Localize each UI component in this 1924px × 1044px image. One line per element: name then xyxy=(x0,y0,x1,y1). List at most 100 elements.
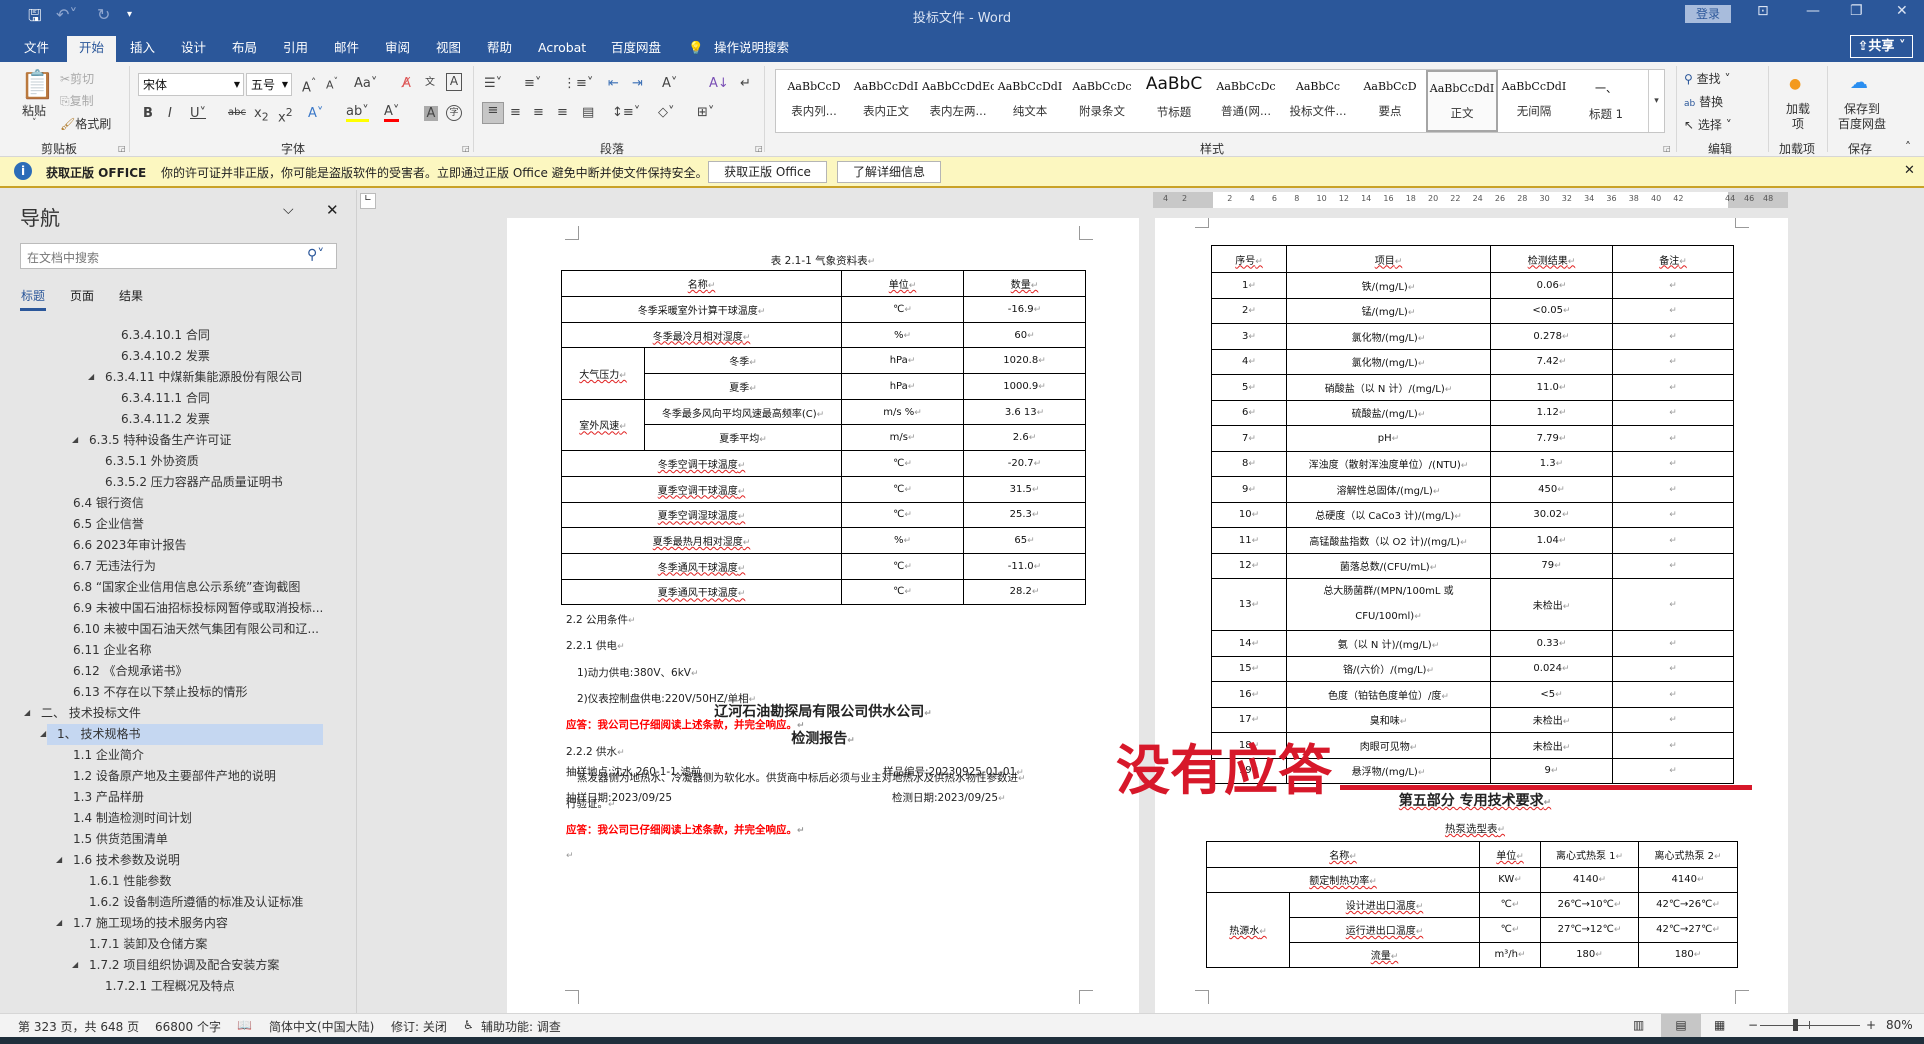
font-name-select[interactable]: 宋体 ▼ xyxy=(138,73,244,96)
tab-references[interactable]: 引用 xyxy=(283,36,308,62)
line-spacing-icon[interactable]: ↕≡˅ xyxy=(612,105,640,120)
select-button[interactable]: ↖ 选择 ˅ xyxy=(1684,116,1732,133)
find-button[interactable]: ⚲ 查找 ˅ xyxy=(1684,70,1730,87)
tab-insert[interactable]: 插入 xyxy=(130,36,155,62)
tab-mailings[interactable]: 邮件 xyxy=(334,36,359,62)
nav-item[interactable]: 1.6.2 设备制造所遵循的标准及认证标准 xyxy=(89,892,303,913)
nav-search-input[interactable]: 在文档中搜索 ⚲˅ xyxy=(20,243,337,269)
close-info-bar-icon[interactable]: ✕ xyxy=(1904,163,1915,178)
nav-tab-headings[interactable]: 标题 xyxy=(21,287,45,304)
nav-item[interactable]: 6.12 《合规承诺书》 xyxy=(73,661,188,682)
nav-item[interactable]: 1、 技术规格书 xyxy=(57,724,140,745)
save-to-baidu-button[interactable]: 保存到 百度网盘 xyxy=(1838,102,1886,132)
increase-indent-icon[interactable]: ⇥ xyxy=(632,76,643,91)
style-item[interactable]: AaBbCcDdI 纯文本 xyxy=(994,70,1066,132)
style-item[interactable]: AaBbCcDdI 表内正文 xyxy=(850,70,922,132)
style-item[interactable]: AaBbCcD 要点 xyxy=(1354,70,1426,132)
style-item[interactable]: AaBbCcDdI 正文 xyxy=(1426,70,1498,132)
align-left-icon[interactable]: ≡ xyxy=(482,102,504,124)
get-genuine-office-button[interactable]: 获取正版 Office xyxy=(708,161,827,183)
nav-item[interactable]: 6.3.4.11.1 合同 xyxy=(121,388,210,409)
nav-item[interactable]: 6.11 企业名称 xyxy=(73,640,152,661)
page-count[interactable]: 第 323 页，共 648 页 xyxy=(18,1018,139,1035)
bold-icon[interactable]: B xyxy=(143,106,153,121)
style-item[interactable]: AaBbCcD 表内列... xyxy=(778,70,850,132)
tab-file[interactable]: 文件 xyxy=(24,36,49,62)
print-layout-icon[interactable]: ▤ xyxy=(1661,1014,1701,1037)
zoom-out-icon[interactable]: − xyxy=(1748,1018,1758,1032)
character-border-icon[interactable]: A xyxy=(446,73,462,91)
font-launcher-icon[interactable]: ◲ xyxy=(462,144,470,153)
nav-item[interactable]: 1.2 设备原产地及主要部件产地的说明 xyxy=(73,766,276,787)
word-count[interactable]: 66800 个字 xyxy=(155,1018,221,1035)
collapse-ribbon-icon[interactable]: ˄ xyxy=(1905,140,1911,154)
nav-item[interactable]: 6.3.5 特种设备生产许可证 xyxy=(89,430,231,451)
cut-button[interactable]: ✂剪切 xyxy=(60,70,94,87)
proofing-icon[interactable]: 📖 xyxy=(237,1018,252,1032)
collapse-triangle-icon[interactable]: ◢ xyxy=(72,435,78,444)
style-item[interactable]: AaBbCcDc 附录条文 xyxy=(1066,70,1138,132)
phonetic-guide-icon[interactable]: 文 xyxy=(425,73,435,88)
clear-formatting-icon[interactable]: A̸ xyxy=(402,76,411,91)
format-painter-button[interactable]: 🖌格式刷 xyxy=(60,115,111,132)
style-item[interactable]: AaBbCc 投标文件... xyxy=(1282,70,1354,132)
track-changes[interactable]: 修订: 关闭 xyxy=(391,1018,447,1035)
close-icon[interactable]: ✕ xyxy=(1896,3,1908,19)
font-color-icon[interactable]: A˅ xyxy=(384,104,400,122)
nav-item[interactable]: 6.13 不存在以下禁止投标的情形 xyxy=(73,682,248,703)
ribbon-display-icon[interactable]: ⊡ xyxy=(1757,3,1769,19)
paste-button[interactable]: 粘贴 xyxy=(22,102,46,119)
tab-view[interactable]: 视图 xyxy=(436,36,461,62)
underline-icon[interactable]: U˅ xyxy=(190,106,206,121)
collapse-triangle-icon[interactable]: ◢ xyxy=(56,855,62,864)
nav-item[interactable]: 1.7.2.1 工程概况及特点 xyxy=(105,976,235,997)
nav-item[interactable]: 6.3.5.2 压力容器产品质量证明书 xyxy=(105,472,283,493)
tab-baidu-netdisk[interactable]: 百度网盘 xyxy=(611,36,661,62)
borders-icon[interactable]: ⊞˅ xyxy=(697,105,714,120)
style-item[interactable]: AaBbCcDdI 无间隔 xyxy=(1498,70,1570,132)
style-item[interactable]: AaBbCcDdEc 表内左两... xyxy=(922,70,994,132)
replace-button[interactable]: ab 替换 xyxy=(1684,93,1723,110)
grow-font-icon[interactable]: A˄ xyxy=(302,76,316,95)
character-shading-icon[interactable]: A xyxy=(424,106,438,121)
superscript-icon[interactable]: x2 xyxy=(278,106,293,125)
nav-options-icon[interactable]: ⌵ xyxy=(283,202,294,218)
nav-item[interactable]: 6.5 企业信誉 xyxy=(73,514,144,535)
style-item[interactable]: AaBbCcDc 普通(网... xyxy=(1210,70,1282,132)
zoom-in-icon[interactable]: + xyxy=(1866,1018,1876,1032)
addin-icon[interactable]: ● xyxy=(1789,76,1801,92)
minimize-icon[interactable]: — xyxy=(1806,3,1820,19)
nav-item[interactable]: 6.4 银行资信 xyxy=(73,493,144,514)
collapse-triangle-icon[interactable]: ◢ xyxy=(72,960,78,969)
show-marks-icon[interactable]: ↵ xyxy=(740,76,751,91)
collapse-triangle-icon[interactable]: ◢ xyxy=(56,918,62,927)
justify-icon[interactable]: ≡ xyxy=(557,105,568,120)
change-case-icon[interactable]: Aa˅ xyxy=(354,76,377,91)
tell-me-search[interactable]: 操作说明搜索 xyxy=(714,36,789,62)
nav-tab-results[interactable]: 结果 xyxy=(119,287,143,304)
nav-item[interactable]: 1.7 施工现场的技术服务内容 xyxy=(73,913,228,934)
language[interactable]: 简体中文(中国大陆) xyxy=(269,1018,374,1035)
paste-dropdown-icon[interactable]: ˅ xyxy=(32,118,37,128)
collapse-triangle-icon[interactable]: ◢ xyxy=(24,708,30,717)
web-layout-icon[interactable]: ▦ xyxy=(1714,1018,1725,1032)
learn-more-button[interactable]: 了解详细信息 xyxy=(837,161,941,183)
nav-tab-pages[interactable]: 页面 xyxy=(70,287,94,304)
styles-more-icon[interactable]: ▾ xyxy=(1648,70,1664,132)
copy-button[interactable]: ⎘复制 xyxy=(60,92,94,109)
bullets-icon[interactable]: ☰˅ xyxy=(484,76,502,91)
tab-home[interactable]: 开始 xyxy=(67,36,117,62)
zoom-slider-thumb[interactable] xyxy=(1793,1019,1799,1031)
align-center-icon[interactable]: ≡ xyxy=(510,105,521,120)
shading-icon[interactable]: ◇˅ xyxy=(658,105,675,120)
tab-selector[interactable]: ∟ xyxy=(360,193,376,209)
nav-item[interactable]: 1.1 企业简介 xyxy=(73,745,144,766)
read-mode-icon[interactable]: ▥ xyxy=(1633,1018,1644,1032)
distributed-icon[interactable]: ▤ xyxy=(582,105,594,120)
nav-item[interactable]: 6.3.5.1 外协资质 xyxy=(105,451,199,472)
text-direction-icon[interactable]: A˅ xyxy=(662,76,677,91)
numbering-icon[interactable]: ≡˅ xyxy=(524,76,541,91)
addins-button[interactable]: 加载项 xyxy=(1786,102,1810,132)
nav-item[interactable]: 6.8 “国家企业信用信息公示系统”查询截图 xyxy=(73,577,300,598)
shrink-font-icon[interactable]: A˅ xyxy=(326,76,338,92)
